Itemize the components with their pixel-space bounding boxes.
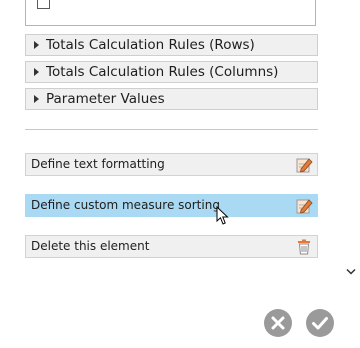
caret-right-icon [34, 95, 39, 103]
confirm-button[interactable] [306, 309, 334, 337]
edit-icon [296, 158, 313, 173]
edit-icon [296, 199, 313, 214]
cancel-button[interactable] [264, 309, 292, 337]
close-icon [271, 316, 285, 330]
top-panel [25, 0, 316, 26]
section-label: Totals Calculation Rules (Columns) [46, 64, 279, 80]
define-text-formatting-button[interactable]: Define text formatting [25, 153, 318, 176]
caret-right-icon [34, 68, 39, 76]
section-totals-columns[interactable]: Totals Calculation Rules (Columns) [25, 61, 318, 83]
section-totals-rows[interactable]: Totals Calculation Rules (Rows) [25, 34, 318, 56]
section-label: Parameter Values [46, 91, 165, 107]
checkbox[interactable] [37, 0, 50, 9]
action-label: Define custom measure sorting [31, 198, 220, 212]
divider [25, 129, 318, 130]
delete-element-button[interactable]: Delete this element [25, 235, 318, 258]
checkmark-icon [312, 317, 328, 330]
define-custom-measure-sorting-button[interactable]: Define custom measure sorting [25, 194, 318, 217]
chevron-down-icon[interactable] [346, 268, 356, 276]
trash-icon [298, 239, 310, 255]
action-label: Delete this element [31, 239, 150, 253]
mouse-cursor-icon [216, 206, 229, 225]
section-parameter-values[interactable]: Parameter Values [25, 88, 318, 110]
caret-right-icon [34, 41, 39, 49]
action-label: Define text formatting [31, 157, 165, 171]
section-label: Totals Calculation Rules (Rows) [46, 37, 255, 53]
